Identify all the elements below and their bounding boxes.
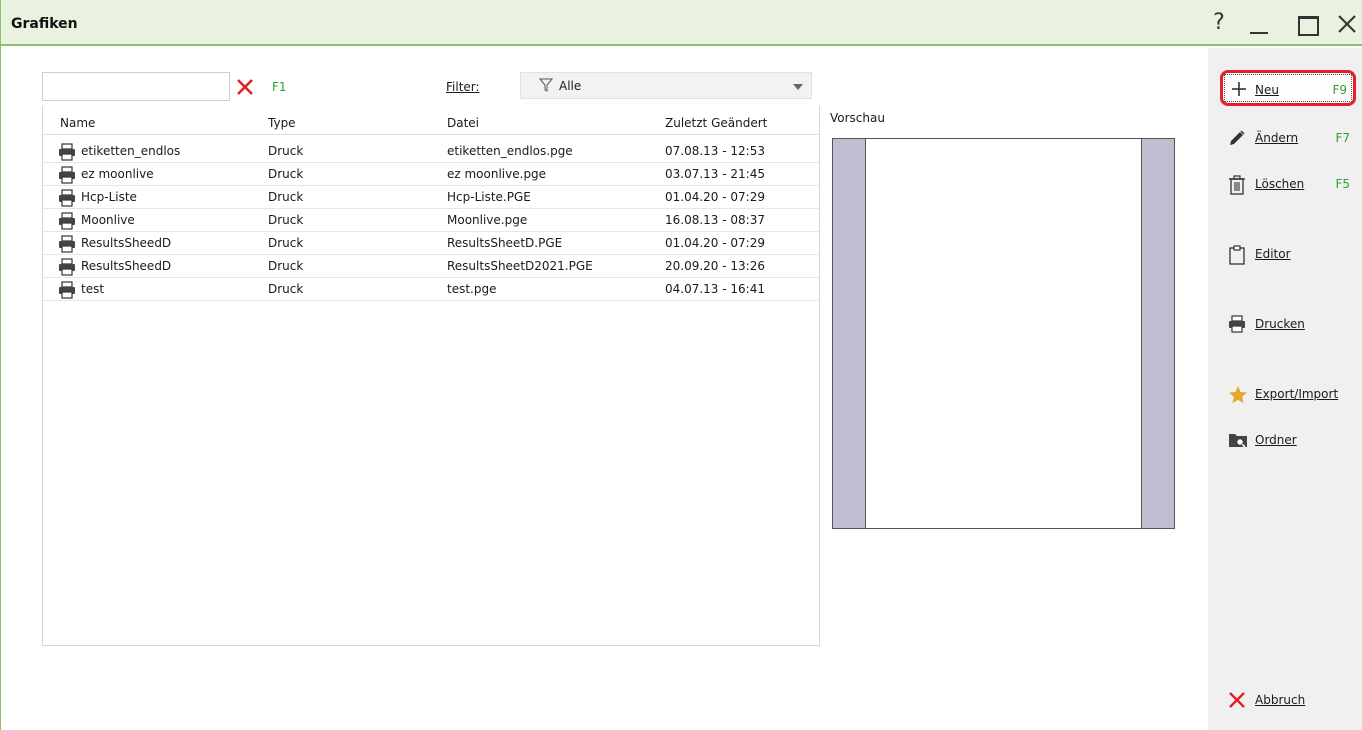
printer-icon [59,281,75,299]
cancel-button[interactable]: Abbruch [1220,686,1356,714]
close-window-button[interactable] [1331,8,1362,38]
cell-type: Druck [268,190,304,204]
clear-x-icon [237,79,253,95]
cancel-button-label: Abbruch [1255,693,1306,707]
delete-button[interactable]: Löschen F5 [1220,170,1356,198]
preview-left-margin [833,139,866,528]
cell-file: Moonlive.pge [447,213,528,227]
filter-dropdown[interactable]: Alle [520,72,812,99]
window-title: Grafiken [11,16,78,32]
cancel-x-icon [1229,692,1245,708]
search-input[interactable] [42,72,230,101]
cell-type: Druck [268,213,304,227]
cell-name: ez moonlive [81,167,154,181]
funnel-icon [539,78,553,92]
cell-type: Druck [268,282,304,296]
cell-type: Druck [268,236,304,250]
printer-icon [59,189,75,207]
cell-name: Moonlive [81,213,135,227]
search-shortcut-key: F1 [272,80,287,94]
header-divider [43,134,819,135]
trash-icon [1229,175,1245,195]
preview-right-margin [1141,139,1174,528]
cell-modified: 01.04.20 - 07:29 [665,236,765,250]
edit-button-label: Ändern [1255,131,1299,145]
filter-label: Filter: [446,80,480,94]
cell-file: ResultsSheetD2021.PGE [447,259,593,273]
printer-icon [59,235,75,253]
folder-button[interactable]: Ordner [1220,426,1356,454]
cell-type: Druck [268,144,304,158]
table-row[interactable]: Hcp-Liste Druck Hcp-Liste.PGE 01.04.20 - 07… [43,186,819,209]
column-header-modified[interactable]: Zuletzt Geändert [665,116,767,130]
clear-search-button[interactable] [235,77,257,99]
filter-selected-value: Alle [559,79,582,93]
title-bar: Grafiken ? [0,0,1362,46]
cell-modified: 03.07.13 - 21:45 [665,167,765,181]
minimize-button[interactable] [1242,8,1274,38]
cell-type: Druck [268,167,304,181]
new-button-shortcut: F9 [1332,83,1347,97]
cell-name: ResultsSheedD [81,236,172,250]
printer-icon [59,212,75,230]
table-row[interactable]: ResultsSheedD Druck ResultsSheetD.PGE 01.04… [43,232,819,255]
table-row[interactable]: ez moonlive Druck ez moonlive.pge 03.07.13 … [43,163,819,186]
editor-button[interactable]: Editor [1220,240,1356,268]
help-button[interactable]: ? [1203,8,1235,38]
chevron-down-icon [793,84,803,90]
table-row[interactable]: test Druck test.pge 04.07.13 - 16:41 [43,278,819,301]
delete-button-label: Löschen [1255,177,1305,191]
close-icon [1338,15,1356,33]
printer-icon [59,258,75,276]
table-row[interactable]: ResultsSheedD Druck ResultsSheetD2021.PGE 2… [43,255,819,278]
cell-file: etiketten_endlos.pge [447,144,573,158]
table-row[interactable]: etiketten_endlos Druck etiketten_endlos.pg… [43,140,819,163]
maximize-button[interactable] [1289,8,1321,38]
folder-search-icon [1229,434,1247,448]
new-button-label: Neu [1255,83,1279,97]
delete-button-shortcut: F5 [1335,177,1350,191]
cell-name: ResultsSheedD [81,259,172,273]
cell-file: ez moonlive.pge [447,167,547,181]
cell-file: test.pge [447,282,497,296]
printer-icon [59,143,75,161]
folder-button-label: Ordner [1255,433,1297,447]
editor-button-label: Editor [1255,247,1291,261]
export-import-button-label: Export/Import [1255,387,1339,401]
pencil-icon [1230,130,1245,145]
cell-modified: 04.07.13 - 16:41 [665,282,765,296]
cell-modified: 07.08.13 - 12:53 [665,144,765,158]
preview-label: Vorschau [830,111,885,125]
cell-modified: 20.09.20 - 13:26 [665,259,765,273]
printer-icon [59,166,75,184]
plus-icon [1232,82,1246,96]
star-icon [1229,386,1247,404]
preview-pane [832,138,1175,529]
column-header-name[interactable]: Name [60,116,95,130]
cell-name: test [81,282,105,296]
new-button[interactable]: Neu F9 [1220,70,1356,106]
column-header-file[interactable]: Datei [447,116,479,130]
column-header-type[interactable]: Type [268,116,296,130]
print-button[interactable]: Drucken [1220,310,1356,338]
table-row[interactable]: Moonlive Druck Moonlive.pge 16.08.13 - 08:3… [43,209,819,232]
cell-modified: 16.08.13 - 08:37 [665,213,765,227]
cell-name: Hcp-Liste [81,190,137,204]
edit-button[interactable]: Ändern F7 [1220,124,1356,152]
printer-icon [1229,315,1245,333]
window-left-border [0,46,1,730]
cell-modified: 01.04.20 - 07:29 [665,190,765,204]
edit-button-shortcut: F7 [1335,131,1350,145]
print-button-label: Drucken [1255,317,1305,331]
cell-file: Hcp-Liste.PGE [447,190,531,204]
cell-type: Druck [268,259,304,273]
cell-name: etiketten_endlos [81,144,181,158]
cell-file: ResultsSheetD.PGE [447,236,563,250]
export-import-button[interactable]: Export/Import [1220,380,1356,408]
clipboard-icon [1229,245,1245,265]
